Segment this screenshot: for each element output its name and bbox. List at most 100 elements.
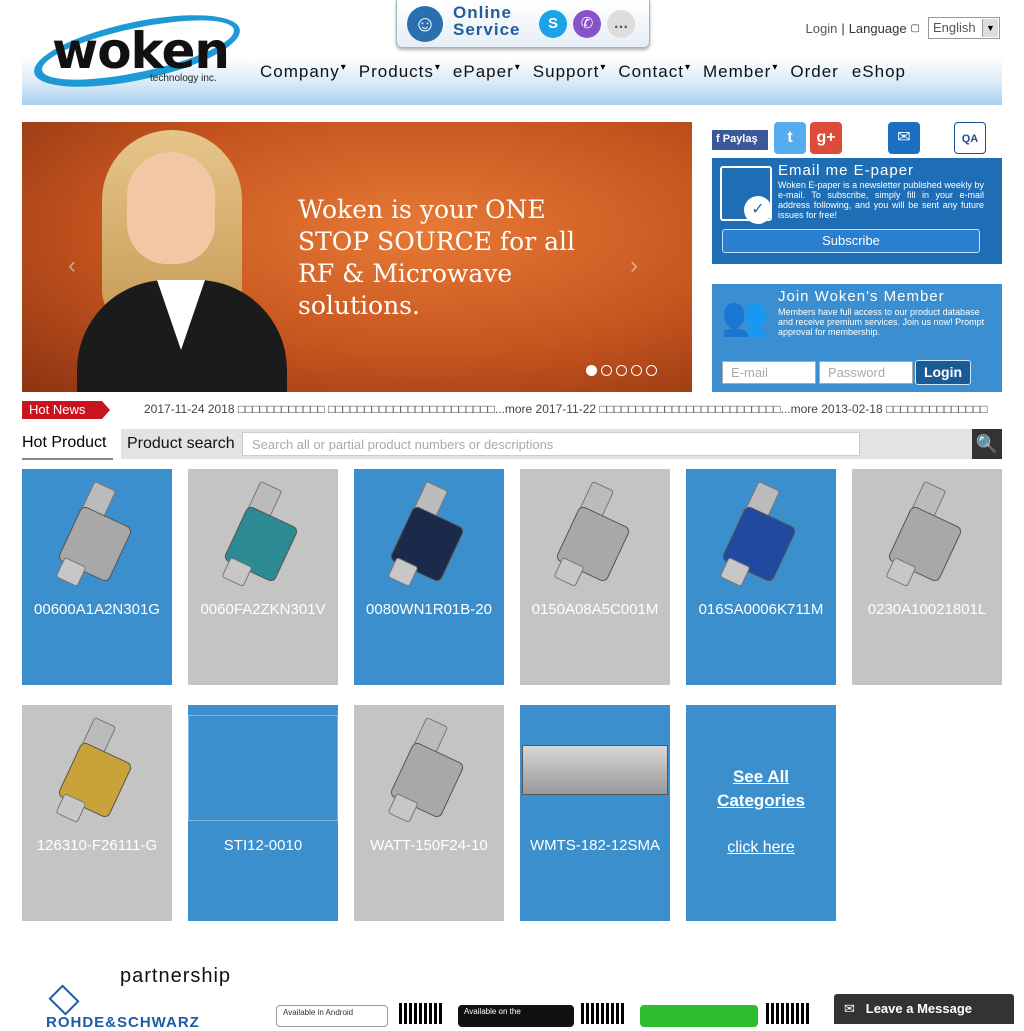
epaper-panel: ✓ Email me E-paper Woken E-paper is a ne… xyxy=(712,158,1002,264)
logo-subtitle: technology inc. xyxy=(150,73,217,84)
product-code[interactable]: WMTS-182-12SMA xyxy=(520,837,670,854)
top-separator: | xyxy=(841,20,845,36)
product-image xyxy=(188,715,338,825)
chat-bubble-icon[interactable]: … xyxy=(607,10,635,38)
product-code[interactable]: 126310-F26111-G xyxy=(22,837,172,854)
see-all-categories-link[interactable]: See All Categories xyxy=(686,765,836,813)
product-image xyxy=(203,479,323,589)
voip-phone-icon[interactable]: ✆ xyxy=(573,10,601,38)
online-service-label: Online Service xyxy=(453,3,521,39)
product-image xyxy=(701,479,821,589)
subscribe-button[interactable]: Subscribe xyxy=(722,229,980,253)
nav-item-company[interactable]: Company xyxy=(260,62,340,82)
support-agent-icon: ☺ xyxy=(407,6,443,42)
online-service-panel[interactable]: ☺ Online Service S ✆ … xyxy=(396,0,650,48)
member-description: Members have full access to our product … xyxy=(778,307,985,337)
product-card[interactable]: 0080WN1R01B-20 xyxy=(354,469,504,685)
banner-woman-image xyxy=(62,130,292,392)
product-card[interactable]: 0060FA2ZKN301V xyxy=(188,469,338,685)
product-image xyxy=(369,479,489,589)
product-card[interactable]: 0230A10021801L xyxy=(852,469,1002,685)
nav-item-support[interactable]: Support xyxy=(533,62,600,82)
nav-item-products[interactable]: Products xyxy=(359,62,434,82)
see-all-categories-card[interactable]: See All Categories click here xyxy=(686,705,836,921)
product-card[interactable]: WATT-150F24-10 xyxy=(354,705,504,921)
product-image xyxy=(867,479,987,589)
product-code[interactable]: 0150A08A5C001M xyxy=(520,601,670,618)
qr-code-android xyxy=(399,1003,443,1024)
banner-dot[interactable] xyxy=(586,365,597,376)
password-field[interactable]: Password xyxy=(819,361,913,384)
member-title: Join Woken's Member xyxy=(778,288,945,305)
epaper-description: Woken E-paper is a newsletter published … xyxy=(778,180,984,220)
epaper-title: Email me E-paper xyxy=(778,162,915,179)
banner-slogan: Woken is your ONE STOP SOURCE for all RF… xyxy=(298,195,576,320)
banner-dot[interactable] xyxy=(601,365,612,376)
skype-icon[interactable]: S xyxy=(539,10,567,38)
leave-message-button[interactable]: ✉ Leave a Message xyxy=(834,994,1014,1024)
member-login-button[interactable]: Login xyxy=(915,360,971,385)
product-code[interactable]: 00600A1A2N301G xyxy=(22,601,172,618)
banner-next-arrow[interactable]: › xyxy=(630,252,638,280)
tab-hot-product[interactable]: Hot Product xyxy=(22,434,113,460)
certification-badge-icon: QA xyxy=(954,122,986,154)
product-code[interactable]: WATT-150F24-10 xyxy=(354,837,504,854)
twitter-icon[interactable]: t xyxy=(774,122,806,154)
product-image xyxy=(37,479,157,589)
add-member-icon: 👥 xyxy=(721,296,769,338)
hot-news-badge: Hot News xyxy=(22,401,110,419)
facebook-share-button[interactable]: f Paylaş xyxy=(712,130,768,150)
product-code[interactable]: 016SA0006K711M xyxy=(686,601,836,618)
hero-banner[interactable]: Woken is your ONE STOP SOURCE for all RF… xyxy=(22,122,692,392)
product-code[interactable]: 0060FA2ZKN301V xyxy=(188,601,338,618)
language-label: Language xyxy=(848,20,907,36)
nav-item-epaper[interactable]: ePaper xyxy=(453,62,514,82)
login-link[interactable]: Login xyxy=(806,21,838,36)
news-ticker[interactable]: 2017-11-24 2018 □□□□□□□□□□□□ □□□□□□□□□□□… xyxy=(144,402,1002,416)
logo-word: woken xyxy=(52,22,230,80)
banner-prev-arrow[interactable]: ‹ xyxy=(68,252,76,280)
caret-down-icon: ▾ xyxy=(600,62,606,73)
language-select[interactable]: English ▼ xyxy=(928,17,1000,39)
banner-pagination xyxy=(586,365,657,376)
caret-down-icon: ▾ xyxy=(434,62,440,73)
banner-dot[interactable] xyxy=(616,365,627,376)
product-card[interactable]: WMTS-182-12SMA xyxy=(520,705,670,921)
nav-item-member[interactable]: Member xyxy=(703,62,771,82)
member-panel: 👥 Join Woken's Member Members have full … xyxy=(712,284,1002,392)
caret-down-icon: ▾ xyxy=(514,62,520,73)
product-image xyxy=(369,715,489,825)
partnership-title: partnership xyxy=(120,965,232,987)
product-code[interactable]: STI12-0010 xyxy=(188,837,338,854)
product-card[interactable]: 0150A08A5C001M xyxy=(520,469,670,685)
top-links: Login | Language ▢ English ▼ xyxy=(806,17,1000,39)
social-icons: f Paylaş t g+ ✉ QA xyxy=(712,122,1002,156)
caret-down-icon: ▾ xyxy=(340,62,346,73)
banner-dot[interactable] xyxy=(631,365,642,376)
newsletter-icon: ✓ xyxy=(720,166,772,224)
product-card[interactable]: 016SA0006K711M xyxy=(686,469,836,685)
search-icon[interactable]: 🔍 xyxy=(972,429,1002,459)
product-code[interactable]: 0230A10021801L xyxy=(852,601,1002,618)
qr-code-appstore xyxy=(581,1003,625,1024)
woken-logo[interactable]: woken technology inc. xyxy=(28,0,247,102)
caret-down-icon: ▾ xyxy=(772,62,778,73)
product-code[interactable]: 0080WN1R01B-20 xyxy=(354,601,504,618)
click-here-link[interactable]: click here xyxy=(686,839,836,857)
product-card[interactable]: 00600A1A2N301G xyxy=(22,469,172,685)
product-image xyxy=(522,715,668,825)
product-card[interactable]: STI12-0010 xyxy=(188,705,338,921)
checkmark-icon: ✓ xyxy=(744,196,772,224)
qr-code-line xyxy=(766,1003,810,1024)
banner-dot[interactable] xyxy=(646,365,657,376)
product-card[interactable]: 126310-F26111-G xyxy=(22,705,172,921)
product-image xyxy=(535,479,655,589)
email-icon[interactable]: ✉ xyxy=(888,122,920,154)
google-plus-icon[interactable]: g+ xyxy=(810,122,842,154)
rohde-schwarz-logo[interactable]: ROHDE&SCHWARZ xyxy=(46,984,200,1031)
nav-item-eshop[interactable]: eShop xyxy=(852,62,906,82)
nav-item-order[interactable]: Order xyxy=(790,62,838,82)
nav-item-contact[interactable]: Contact xyxy=(618,62,684,82)
product-search-input[interactable]: Search all or partial product numbers or… xyxy=(242,432,860,456)
email-field[interactable]: E-mail xyxy=(722,361,816,384)
